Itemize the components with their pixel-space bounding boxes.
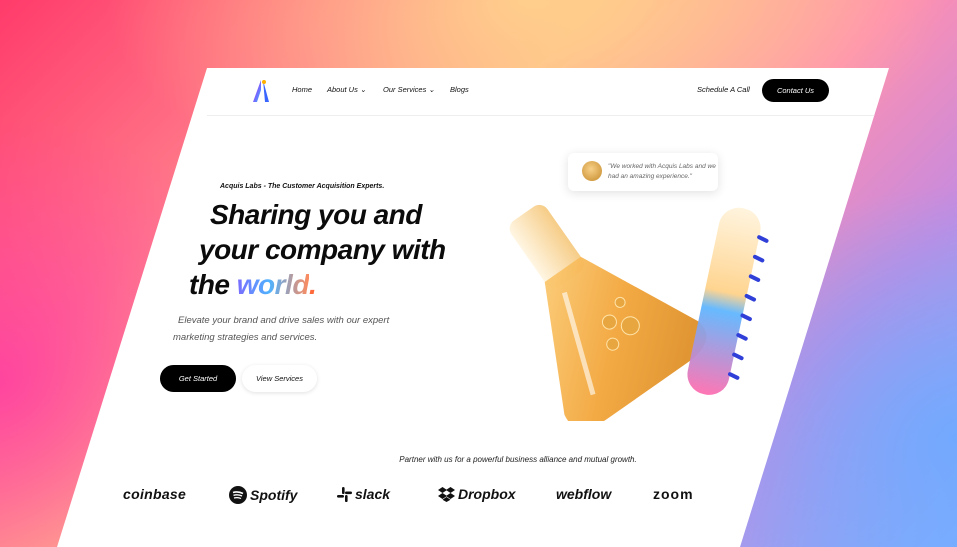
spotify-icon xyxy=(229,486,247,504)
nav-services-label: Our Services xyxy=(383,85,427,94)
dropbox-icon xyxy=(438,486,455,502)
partner-logo-spotify: Spotify xyxy=(229,486,297,504)
hero-heading-line-2: your company with xyxy=(199,234,446,265)
chevron-down-icon: ⌄ xyxy=(359,85,367,94)
view-services-button[interactable]: View Services xyxy=(242,365,317,392)
hero-subtext-line-1: Elevate your brand and drive sales with … xyxy=(178,315,390,326)
schedule-call-link[interactable]: Schedule A Call xyxy=(697,85,750,94)
dropbox-wordmark: Dropbox xyxy=(458,486,516,502)
nav-about-us[interactable]: About Us ⌄ xyxy=(327,85,366,94)
slack-wordmark: slack xyxy=(355,486,391,502)
spotify-wordmark: Spotify xyxy=(250,487,298,503)
nav-blogs[interactable]: Blogs xyxy=(450,85,469,94)
nav-about-label: About Us xyxy=(327,85,358,94)
partner-logo-dropbox: Dropbox xyxy=(438,486,516,502)
partner-logo-zoom: zoom xyxy=(653,486,694,502)
heading-period: . xyxy=(308,269,317,300)
coinbase-wordmark: coinbase xyxy=(123,486,187,502)
nav-home[interactable]: Home xyxy=(292,85,312,94)
hero-heading-line-1: Sharing you and xyxy=(210,199,422,230)
webflow-wordmark: webflow xyxy=(556,486,612,502)
nav-divider xyxy=(207,115,889,116)
partner-logo-slack: slack xyxy=(337,486,390,502)
nav-our-services[interactable]: Our Services ⌄ xyxy=(383,85,435,94)
hero-subtext-line-2: marketing strategies and services. xyxy=(173,332,318,343)
chevron-down-icon: ⌄ xyxy=(428,85,435,94)
brand-logo-icon[interactable] xyxy=(247,78,273,104)
slack-icon xyxy=(337,486,352,502)
heading-prefix: the xyxy=(189,269,237,300)
contact-us-button[interactable]: Contact Us xyxy=(762,79,829,102)
zoom-wordmark: zoom xyxy=(653,486,694,502)
flask-illustration xyxy=(509,204,769,421)
hero-tagline: Acquis Labs - The Customer Acquisition E… xyxy=(220,183,385,190)
testimonial-quote: "We worked with Acquis Labs and we had a… xyxy=(608,163,716,180)
partner-caption: Partner with us for a powerful business … xyxy=(399,455,637,464)
heading-highlight-world: world xyxy=(236,269,310,300)
hero-heading-line-3: the world. xyxy=(189,269,317,301)
partner-logo-webflow: webflow xyxy=(556,486,611,502)
get-started-button[interactable]: Get Started xyxy=(160,365,236,392)
partner-logo-coinbase: coinbase xyxy=(123,486,186,502)
avatar xyxy=(582,161,602,181)
